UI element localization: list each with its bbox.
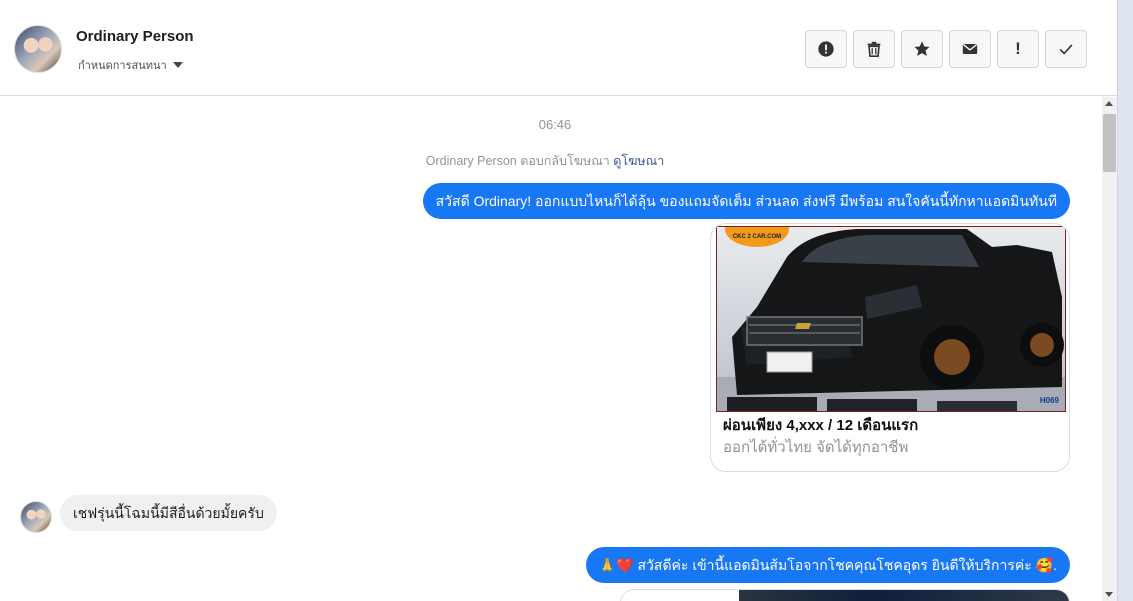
ad-card-title[interactable]: ผ่อนเพียง 4,xxx / 12 เดือนแรก [723,413,918,437]
view-ad-link[interactable]: ดูโฆษณา [613,154,664,168]
outgoing-message: สวัสดี Ordinary! ออกแบบไหนก็ได้ลุ้น ของแ… [422,183,1070,219]
trash-icon [867,41,881,58]
message-timestamp: 06:46 [538,117,572,132]
next-ad-card[interactable] [620,589,1070,601]
checkmark-icon [1059,44,1073,55]
sender-avatar [20,501,52,533]
outgoing-message: 🙏❤️ สวัสดีค่ะ เข้านี้แอดมินส้มโอจากโชคคุ… [585,547,1070,583]
contact-name[interactable]: Ordinary Person [76,28,194,45]
ad-reply-name: Ordinary Person [425,154,517,168]
scroll-down-icon[interactable] [1105,592,1113,597]
star-icon [914,41,930,57]
scroll-thumb[interactable] [1103,114,1116,172]
ad-card[interactable]: CKC 2 CAR.COM H069 ผ่อนเพียง 4,xxx / 12 … [710,223,1070,472]
ad-reply-notice: Ordinary Person ตอบกลับโฆษณา ดูโฆษณา [0,151,1090,171]
conversation-toolbar: ! [805,30,1087,68]
exclamation-icon: ! [1015,39,1021,58]
envelope-icon [962,43,978,54]
follow-up-button[interactable]: ! [997,30,1039,68]
car-code: H069 [1039,396,1059,405]
assign-conversation-dropdown[interactable]: กำหนดการสนทนา [78,56,183,74]
mark-spam-button[interactable] [805,30,847,68]
delete-button[interactable] [853,30,895,68]
car-image[interactable]: CKC 2 CAR.COM H069 [716,226,1066,412]
conversation-header: Ordinary Person กำหนดการสนทนา ! [0,0,1117,96]
side-panel-edge [1117,0,1133,601]
alert-circle-icon [818,41,834,57]
message-thread: 06:46 Ordinary Person ตอบกลับโฆษณา ดูโฆษ… [0,97,1100,601]
contact-avatar[interactable] [14,25,62,73]
mark-unread-button[interactable] [949,30,991,68]
mark-done-button[interactable] [1045,30,1087,68]
pickup-truck-illustration [717,229,1065,411]
next-card-image [739,590,1069,601]
scroll-up-icon[interactable] [1105,101,1113,106]
assign-label: กำหนดการสนทนา [78,60,167,72]
ad-reply-text: ตอบกลับโฆษณา [516,154,614,168]
ad-card-subtitle: ออกได้ทั่วไทย จัดได้ทุกอาชีพ [723,439,909,456]
caret-down-icon [172,62,183,68]
incoming-message: เชฟรุ่นนี้โฉมนี้มีสีอื่นด้วยมั้ยครับ [60,495,277,531]
thread-scrollbar[interactable] [1102,97,1117,601]
star-button[interactable] [901,30,943,68]
